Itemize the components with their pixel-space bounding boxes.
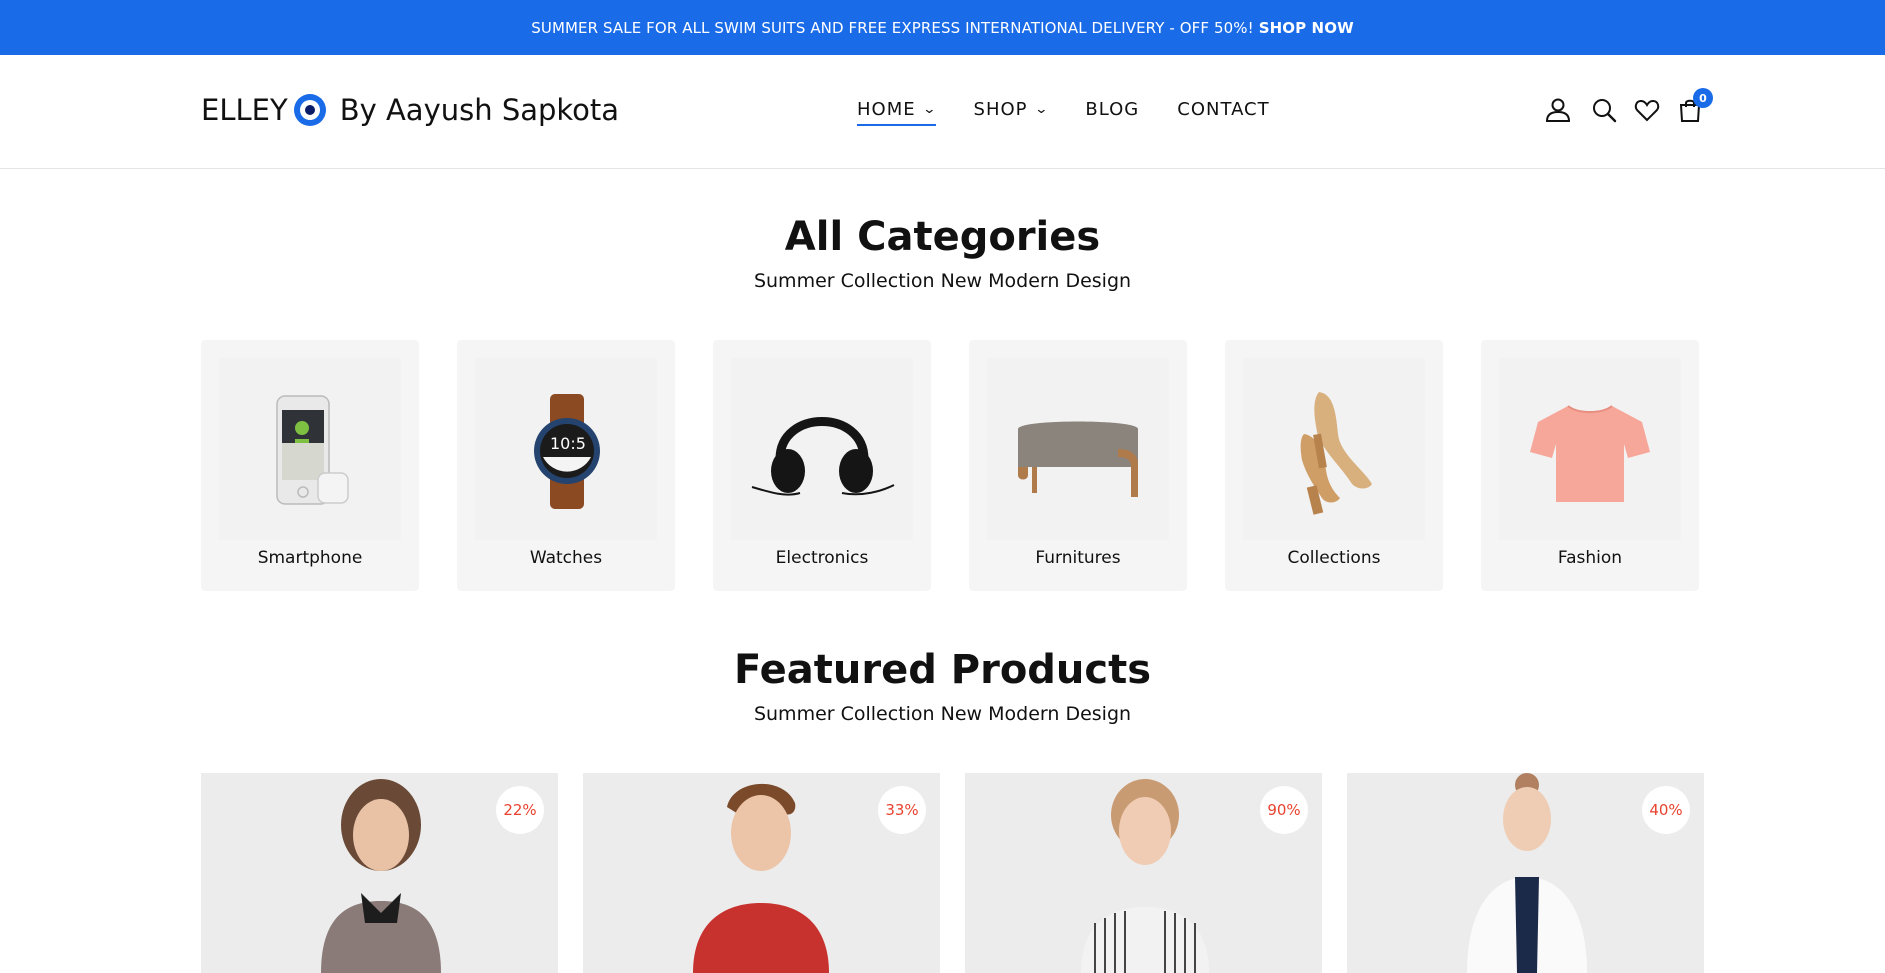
chevron-down-icon: ⌄ — [921, 102, 938, 117]
product-card[interactable]: 40% — [1347, 773, 1704, 973]
nav-home-label: HOME — [857, 99, 916, 120]
category-card-watches[interactable]: 10:5 Watches — [457, 340, 675, 591]
nav-shop[interactable]: SHOP ⌄ — [974, 99, 1048, 126]
heart-icon[interactable] — [1634, 97, 1660, 123]
logo-brand: ELLEY — [201, 93, 288, 127]
discount-badge: 90% — [1260, 786, 1308, 834]
product-grid: 22% 33% 90% 40% — [201, 773, 1704, 973]
site-header: ELLEY By Aayush Sapkota HOME ⌄ SHOP ⌄ BL… — [0, 55, 1885, 169]
announcement-text: SUMMER SALE FOR ALL SWIM SUITS AND FREE … — [531, 18, 1254, 37]
product-card[interactable]: 22% — [201, 773, 558, 973]
ottoman-icon — [987, 358, 1169, 540]
headphones-icon — [731, 358, 913, 540]
watch-icon: 10:5 — [475, 358, 657, 540]
announcement-bar: SUMMER SALE FOR ALL SWIM SUITS AND FREE … — [0, 0, 1885, 55]
category-label: Watches — [529, 548, 603, 568]
smartphone-icon — [219, 358, 401, 540]
cart-count-badge: 0 — [1693, 88, 1713, 108]
search-icon[interactable] — [1591, 97, 1617, 123]
nav-contact-label: CONTACT — [1177, 99, 1270, 120]
chevron-down-icon: ⌄ — [1033, 102, 1050, 117]
product-card[interactable]: 90% — [965, 773, 1322, 973]
svg-text:10:5: 10:5 — [550, 434, 586, 453]
evil-eye-icon — [293, 94, 326, 126]
category-card-collections[interactable]: Collections — [1225, 340, 1443, 591]
discount-badge: 33% — [878, 786, 926, 834]
nav-home[interactable]: HOME ⌄ — [857, 99, 936, 126]
categories-title: All Categories — [784, 214, 1101, 260]
category-grid: Smartphone 10:5 Watches Electronics Furn… — [201, 340, 1699, 591]
category-card-fashion[interactable]: Fashion — [1481, 340, 1699, 591]
discount-badge: 40% — [1642, 786, 1690, 834]
category-label: Fashion — [1557, 548, 1623, 568]
logo-byline: By Aayush Sapkota — [339, 93, 620, 127]
shop-now-link[interactable]: SHOP NOW — [1259, 19, 1354, 37]
main-nav: HOME ⌄ SHOP ⌄ BLOG CONTACT — [857, 99, 1308, 126]
category-label: Furnitures — [1035, 548, 1121, 568]
featured-subtitle: Summer Collection New Modern Design — [753, 703, 1132, 725]
tshirt-icon — [1499, 358, 1681, 540]
site-logo[interactable]: ELLEY By Aayush Sapkota — [201, 93, 619, 127]
featured-title: Featured Products — [733, 647, 1152, 693]
category-card-electronics[interactable]: Electronics — [713, 340, 931, 591]
discount-badge: 22% — [496, 786, 544, 834]
category-label: Collections — [1287, 548, 1381, 568]
user-icon[interactable] — [1545, 97, 1571, 123]
nav-shop-label: SHOP — [973, 99, 1028, 120]
product-card[interactable]: 33% — [583, 773, 940, 973]
sandals-icon — [1243, 358, 1425, 540]
category-card-smartphone[interactable]: Smartphone — [201, 340, 419, 591]
category-card-furnitures[interactable]: Furnitures — [969, 340, 1187, 591]
nav-contact[interactable]: CONTACT — [1177, 99, 1269, 126]
category-label: Electronics — [775, 548, 869, 568]
category-label: Smartphone — [257, 548, 363, 568]
nav-blog[interactable]: BLOG — [1085, 99, 1139, 126]
nav-blog-label: BLOG — [1085, 99, 1140, 120]
categories-subtitle: Summer Collection New Modern Design — [753, 270, 1132, 292]
